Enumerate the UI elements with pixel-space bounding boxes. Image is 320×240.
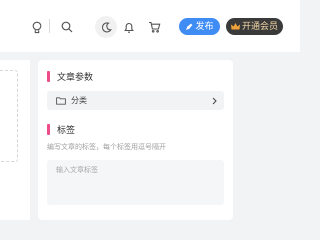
vip-label: 开通会员 (241, 21, 278, 31)
vip-button[interactable]: 开通会员 (226, 18, 283, 35)
category-label: 分类 (71, 96, 87, 105)
moon-icon (101, 21, 112, 32)
toolbar-divider (49, 19, 50, 33)
section-marker (47, 70, 50, 82)
lightbulb-icon[interactable] (27, 17, 47, 37)
search-icon[interactable] (57, 17, 77, 37)
chevron-right-icon (212, 97, 217, 104)
folder-icon (56, 96, 66, 105)
edit-icon (186, 23, 193, 30)
params-title: 文章参数 (57, 72, 94, 83)
tags-section-title: 标签 (47, 123, 76, 136)
params-section-title: 文章参数 (47, 70, 94, 83)
bell-icon[interactable] (119, 17, 139, 37)
tags-title: 标签 (57, 125, 76, 136)
theme-toggle-button[interactable] (95, 16, 117, 38)
section-marker (47, 123, 50, 135)
publish-button[interactable]: 发布 (179, 18, 220, 35)
article-settings-panel: 文章参数 分类 标签 编写文章的标签，每个标签用逗号隔开 (38, 60, 233, 220)
top-bar: 发布 开通会员 (0, 0, 300, 52)
publish-label: 发布 (195, 21, 214, 31)
editor-dropzone[interactable] (0, 70, 18, 162)
tags-hint: 编写文章的标签，每个标签用逗号隔开 (47, 143, 166, 151)
tags-input[interactable] (47, 160, 224, 205)
cart-icon[interactable] (144, 17, 164, 37)
crown-icon (230, 23, 240, 30)
category-selector[interactable]: 分类 (47, 91, 224, 110)
